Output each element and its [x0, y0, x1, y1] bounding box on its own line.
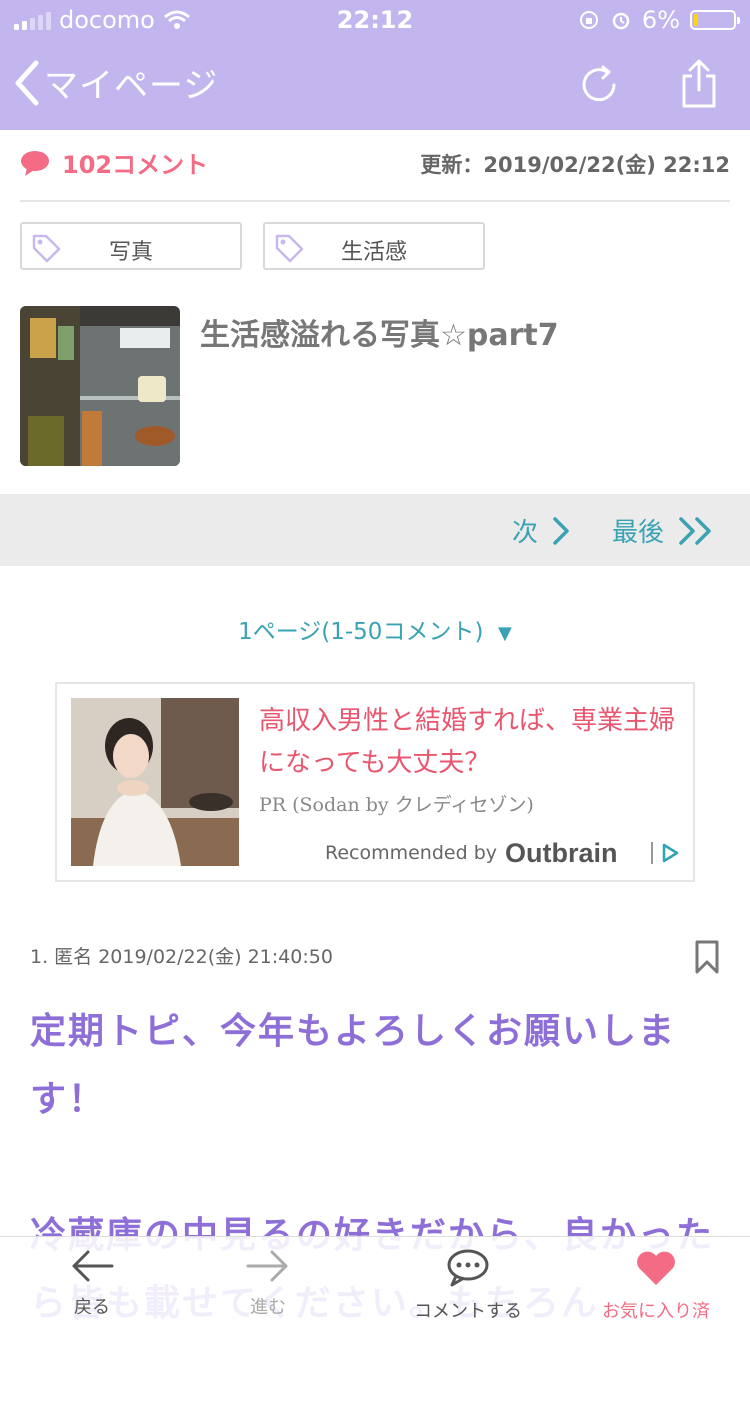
- comment-text: 定期トピ、今年もよろしくお願いします！: [30, 1011, 677, 1120]
- tab-label: 戻る: [74, 1297, 110, 1318]
- tag-photo[interactable]: 写真: [20, 222, 242, 270]
- status-bar: docomo 22:12 6%: [0, 0, 750, 40]
- alarm-icon: [612, 12, 630, 30]
- divider: [20, 200, 730, 202]
- ad-headline: 高収入男性と結婚すれば、専業主婦になっても大丈夫？: [259, 706, 676, 778]
- pager-bar: 次 最後: [0, 494, 750, 566]
- arrow-right-icon: [246, 1250, 288, 1282]
- tag-label: 生活感: [340, 240, 407, 265]
- tag-label: 写真: [108, 240, 153, 265]
- tag-lifestyle[interactable]: 生活感: [263, 222, 485, 270]
- tab-forward[interactable]: 進む: [188, 1249, 348, 1319]
- battery-percent: 6%: [641, 6, 680, 34]
- tab-back[interactable]: 戻る: [12, 1249, 172, 1319]
- chat-bubble-icon: [447, 1249, 489, 1287]
- divider: [651, 842, 653, 864]
- back-label: マイページ: [44, 66, 219, 106]
- tab-label: お気に入り済: [602, 1301, 710, 1322]
- outbrain-logo: Outbrain: [505, 838, 618, 868]
- double-chevron-right-icon: [679, 516, 711, 545]
- nav-bar: マイページ: [0, 40, 750, 130]
- share-icon[interactable]: [676, 58, 722, 110]
- tab-label: 進む: [250, 1297, 286, 1318]
- topic-meta-row: 102コメント 更新：2019/02/22(金) 22:12: [20, 145, 730, 181]
- chevron-left-icon: [15, 60, 39, 105]
- arrow-left-icon: [72, 1250, 114, 1282]
- speech-bubble-icon: [21, 150, 49, 176]
- ad-attribution[interactable]: Recommended by Outbrain: [325, 838, 679, 868]
- comment-body: 定期トピ、今年もよろしくお願いします！ 冷蔵庫の中見るの好きだから、良かったら皆…: [30, 998, 720, 1406]
- tab-favorite[interactable]: お気に入り済: [576, 1249, 736, 1323]
- recommended-by-label: Recommended by: [324, 842, 497, 864]
- chevron-right-icon: [553, 516, 569, 545]
- battery-icon: [690, 10, 740, 30]
- next-page-button[interactable]: 次: [512, 512, 570, 549]
- heart-icon: [637, 1251, 675, 1285]
- reload-icon[interactable]: [576, 62, 622, 108]
- dropdown-arrow-icon: ▼: [498, 623, 512, 644]
- last-page-button[interactable]: 最後: [612, 512, 714, 549]
- page-select-label: 1ページ(1-50コメント): [238, 619, 484, 645]
- tab-label: コメントする: [414, 1301, 522, 1322]
- comment-count-label: 102コメント: [62, 151, 209, 179]
- ad-source: PR (Sodan by クレディセゾン): [259, 794, 534, 816]
- svg-text:Outbrain: Outbrain: [505, 838, 618, 868]
- page-select-dropdown[interactable]: 1ページ(1-50コメント) ▼: [0, 612, 750, 646]
- sponsored-ad[interactable]: 高収入男性と結婚すれば、専業主婦になっても大丈夫？ PR (Sodan by ク…: [55, 682, 695, 882]
- comment-meta: 1. 匿名 2019/02/22(金) 21:40:50: [30, 946, 333, 968]
- tab-comment[interactable]: コメントする: [388, 1249, 548, 1323]
- topic-thumbnail[interactable]: [20, 306, 180, 466]
- orientation-lock-icon: [579, 11, 598, 29]
- next-label: 次: [512, 518, 539, 548]
- bookmark-icon[interactable]: [694, 940, 720, 974]
- ad-image: [71, 698, 239, 866]
- back-to-mypage-button[interactable]: マイページ: [14, 58, 218, 107]
- comment-count[interactable]: 102コメント: [20, 145, 208, 180]
- last-label: 最後: [612, 518, 665, 548]
- topic-title[interactable]: 生活感溢れる写真☆part7: [200, 310, 559, 354]
- bottom-tab-bar: 戻る 進む コメントする お気に入り済: [0, 1236, 750, 1335]
- adchoices-icon[interactable]: [661, 843, 679, 863]
- updated-timestamp: 更新：2019/02/22(金) 22:12: [420, 153, 730, 177]
